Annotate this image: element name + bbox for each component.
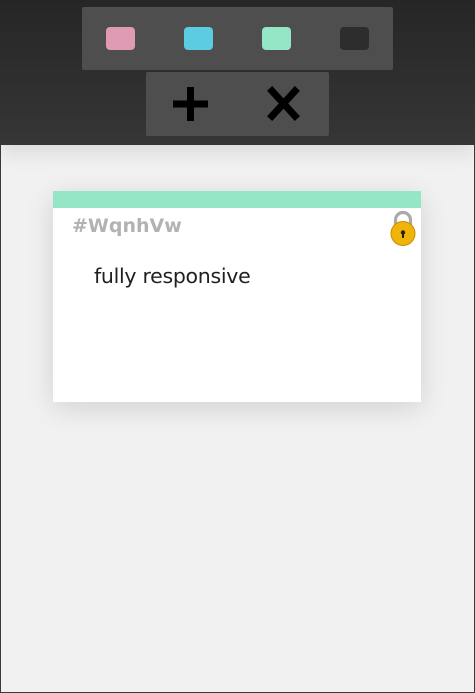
note-id: #WqnhVw xyxy=(72,215,182,237)
color-swatch-blue[interactable] xyxy=(184,27,213,50)
note-text[interactable]: fully responsive xyxy=(94,264,251,288)
note-card[interactable]: #WqnhVw fully responsive xyxy=(53,191,421,402)
plus-icon xyxy=(173,87,208,121)
color-swatch-mint[interactable] xyxy=(262,27,291,50)
lock-button[interactable] xyxy=(389,210,417,246)
lock-icon xyxy=(390,210,416,246)
app-header xyxy=(0,0,475,145)
color-palette-toolbar xyxy=(82,7,393,70)
close-icon xyxy=(267,86,300,121)
color-swatch-dark[interactable] xyxy=(340,27,369,50)
color-swatch-pink[interactable] xyxy=(106,27,135,50)
action-toolbar xyxy=(146,72,329,136)
note-color-bar xyxy=(53,191,421,208)
add-note-button[interactable] xyxy=(171,86,211,122)
delete-note-button[interactable] xyxy=(264,86,304,122)
